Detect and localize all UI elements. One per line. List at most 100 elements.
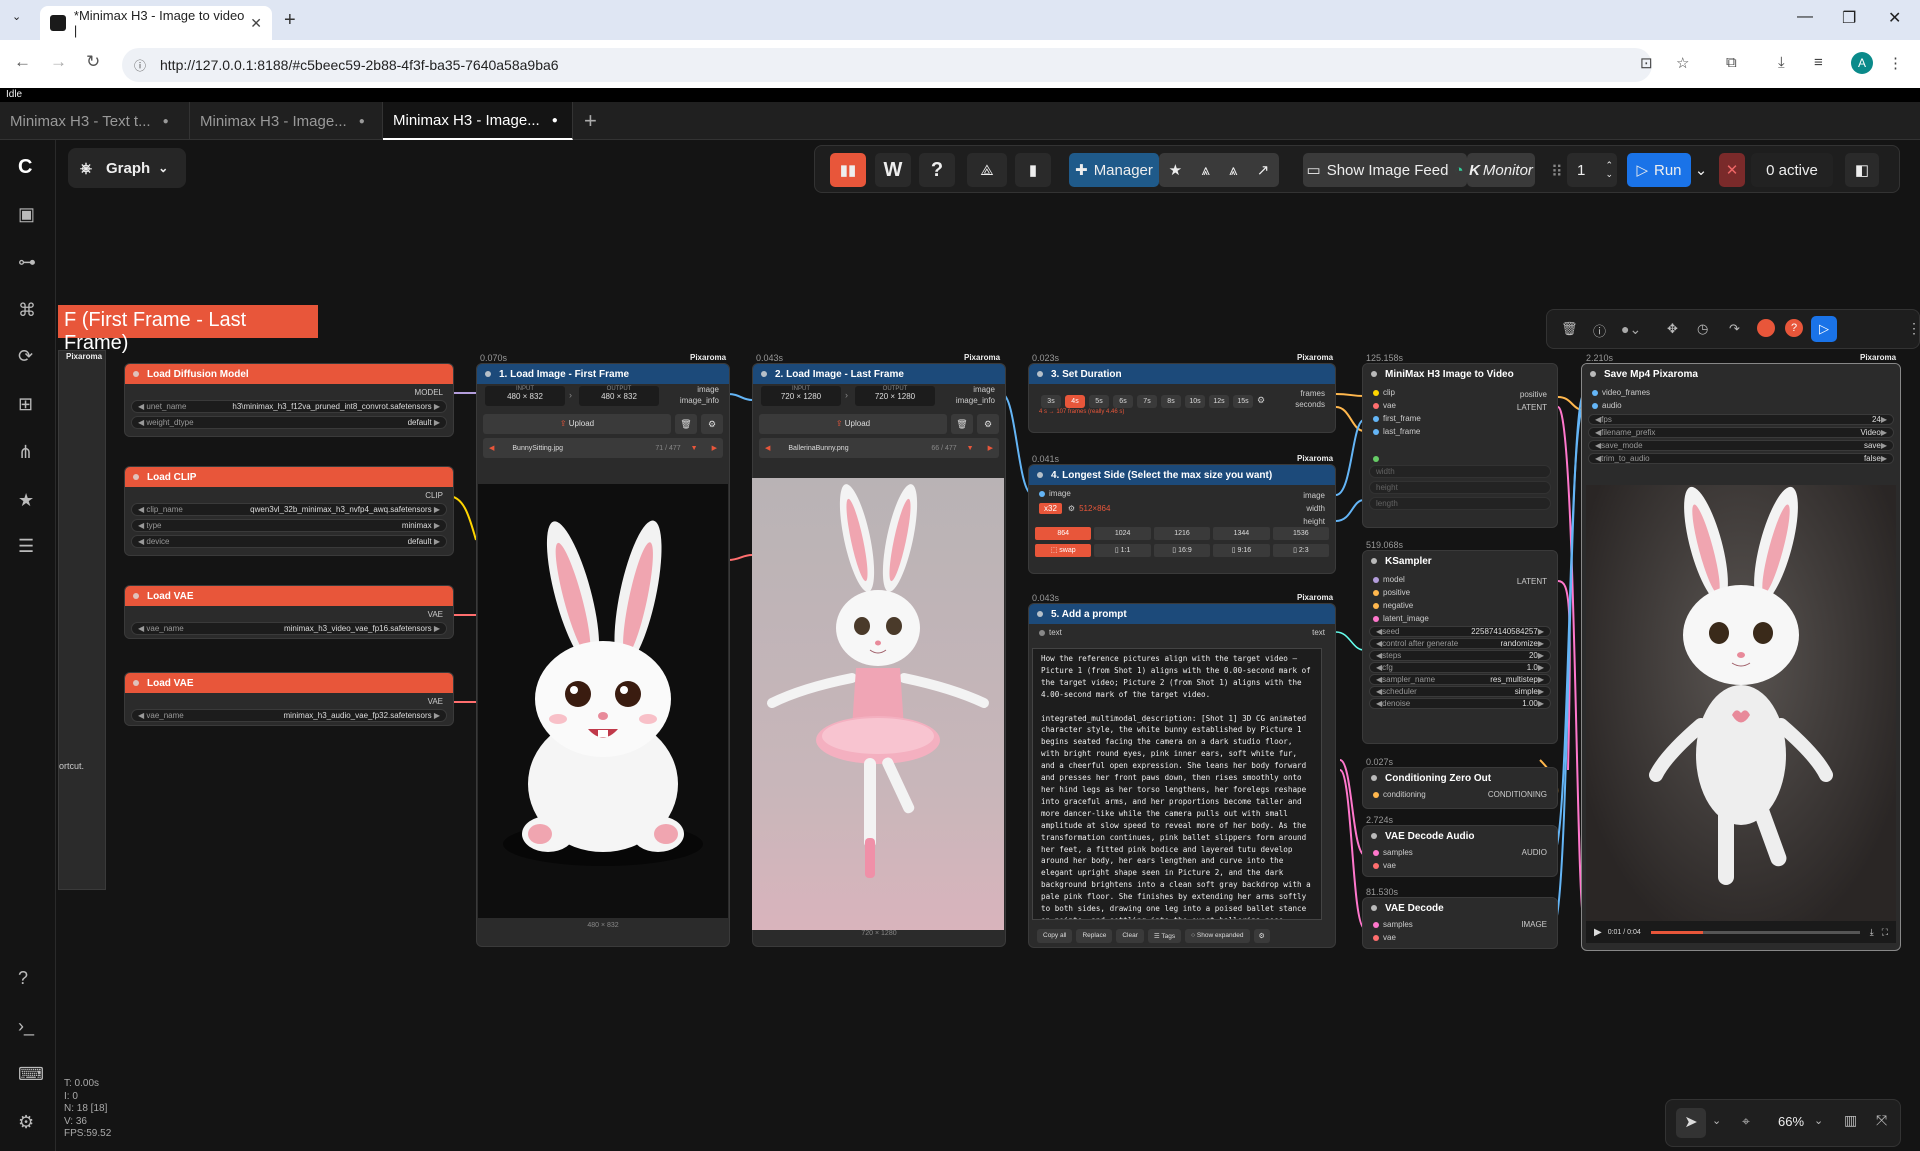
collapse-dot-icon[interactable] — [1371, 833, 1377, 839]
collapse-dot-icon[interactable] — [133, 371, 139, 377]
group-title[interactable]: F (First Frame - Last Frame) — [58, 305, 318, 354]
widget-arrow-right-icon[interactable]: ▶ — [1881, 454, 1887, 463]
port-dot-icon[interactable] — [1592, 402, 1598, 409]
play-icon[interactable]: ▶ — [1594, 927, 1602, 938]
node-header[interactable]: 3. Set Duration — [1029, 364, 1335, 384]
node-longest-side[interactable]: 4. Longest Side (Select the max size you… — [1028, 464, 1336, 574]
size-option-button[interactable]: 1024 — [1094, 527, 1151, 540]
trash-icon[interactable]: 🗑 — [675, 414, 697, 434]
input-slot[interactable]: vae — [1363, 859, 1557, 872]
node-set-duration[interactable]: 3. Set Duration frames seconds 3s 4s 5s 6s 7s… — [1028, 363, 1336, 433]
duration-option-button[interactable]: 6s — [1113, 395, 1133, 408]
widget-sampler-name[interactable]: ◀ sampler_name res_multistep ▶ — [1369, 674, 1551, 685]
widget-type[interactable]: ◀ type minimax ▶ — [131, 519, 447, 532]
prompt-textarea[interactable]: How the reference pictures align with th… — [1032, 648, 1322, 920]
gear-icon[interactable]: ⚙ — [1068, 504, 1075, 513]
output-label[interactable]: seconds — [1295, 400, 1325, 409]
collapse-dot-icon[interactable] — [133, 680, 139, 686]
node-header[interactable]: 1. Load Image - First Frame — [477, 364, 729, 384]
bypass-icon[interactable]: ◷ — [1697, 321, 1708, 337]
output-slot[interactable]: MODEL — [125, 384, 453, 397]
widget-trim-to-audio[interactable]: ◀ trim_to_audio false ▶ — [1588, 453, 1894, 464]
next-icon[interactable]: ▶ — [712, 444, 717, 452]
node-minimax-i2v[interactable]: MiniMax H3 Image to Video clip vae first_f… — [1362, 363, 1558, 528]
port-dot-icon[interactable] — [1373, 862, 1379, 869]
node-header[interactable]: 5. Add a prompt — [1029, 604, 1335, 624]
trash-icon[interactable]: 🗑 — [951, 414, 973, 434]
widget-height[interactable]: height — [1369, 481, 1551, 494]
prompt-copy-all-button[interactable]: Copy all — [1037, 929, 1073, 943]
output-label[interactable]: image_info — [956, 396, 995, 405]
output-label[interactable]: positive — [1520, 390, 1547, 399]
collapse-dot-icon[interactable] — [1590, 371, 1596, 377]
duration-option-button[interactable]: 15s — [1233, 395, 1253, 408]
port-dot-icon[interactable] — [1373, 402, 1379, 409]
prompt-clear-button[interactable]: Clear — [1116, 929, 1144, 943]
input-slot-last-frame[interactable]: last_frame — [1363, 425, 1557, 438]
video-progress[interactable] — [1650, 930, 1860, 934]
port-dot-icon[interactable] — [1373, 389, 1379, 396]
port-dot-icon[interactable] — [1373, 615, 1379, 622]
widget-scheduler[interactable]: ◀ scheduler simple ▶ — [1369, 686, 1551, 697]
hide-links-icon[interactable]: ⤧ — [1876, 1112, 1887, 1129]
collapse-dot-icon[interactable] — [1371, 775, 1377, 781]
port-dot-icon[interactable] — [1373, 415, 1379, 422]
node-header[interactable]: Load VAE — [125, 673, 453, 693]
widget-vae-name[interactable]: ◀ vae_name minimax_h3_audio_vae_fp32.safe… — [131, 709, 447, 722]
node-header[interactable]: Conditioning Zero Out — [1363, 768, 1557, 788]
widget-arrow-right-icon[interactable]: ▶ — [1881, 441, 1887, 450]
input-slot-positive[interactable]: positive — [1363, 586, 1557, 599]
input-slot[interactable]: samples IMAGE — [1363, 918, 1557, 931]
duration-option-button[interactable]: 7s — [1137, 395, 1157, 408]
color-picker-icon[interactable]: ●⌄ — [1621, 321, 1641, 338]
duration-option-button[interactable]: 5s — [1089, 395, 1109, 408]
collapse-dot-icon[interactable] — [1371, 558, 1377, 564]
port-dot-icon[interactable] — [1373, 576, 1379, 583]
collapse-dot-icon[interactable] — [1037, 472, 1043, 478]
next-icon[interactable]: ▶ — [988, 444, 993, 452]
size-option-button[interactable]: 1536 — [1272, 527, 1330, 540]
prev-icon[interactable]: ◀ — [765, 444, 770, 452]
collapse-dot-icon[interactable] — [485, 371, 491, 377]
dropdown-icon[interactable]: ▼ — [967, 445, 974, 452]
input-slot[interactable]: conditioning CONDITIONING — [1363, 788, 1557, 801]
widget-arrow-right-icon[interactable]: ▶ — [1538, 663, 1544, 672]
fullscreen-icon[interactable]: ⛶ — [1882, 927, 1888, 938]
collapse-dot-icon[interactable] — [1371, 371, 1377, 377]
port-dot-icon[interactable] — [1373, 921, 1379, 928]
node-header[interactable]: VAE Decode — [1363, 898, 1557, 918]
upload-button[interactable]: ⇪ Upload — [759, 414, 947, 434]
prompt-replace-button[interactable]: Replace — [1076, 929, 1113, 943]
x32-toggle[interactable]: x32 — [1039, 503, 1062, 514]
output-label[interactable]: frames — [1301, 389, 1325, 398]
widget-width[interactable]: width — [1369, 465, 1551, 478]
widget-device[interactable]: ◀ device default ▶ — [131, 535, 447, 548]
node-conditioning-zero-out[interactable]: Conditioning Zero Out conditioning CONDIT… — [1362, 767, 1558, 809]
output-label[interactable]: IMAGE — [1521, 920, 1547, 929]
output-label[interactable]: image_info — [680, 396, 719, 405]
output-slot[interactable]: VAE — [125, 693, 453, 706]
collapse-icon[interactable]: ✥ — [1667, 321, 1678, 337]
input-slot-text[interactable]: text text — [1029, 624, 1335, 639]
output-label[interactable]: height — [1303, 517, 1325, 526]
more-options-icon[interactable]: ⋮ — [1907, 320, 1920, 337]
output-label[interactable]: image — [697, 385, 719, 394]
prompt-settings-icon[interactable]: ⚙ — [1253, 929, 1270, 943]
node-load-clip[interactable]: Load CLIP CLIP ◀ clip_name qwen3vl_32b_mi… — [124, 466, 454, 556]
duration-option-button[interactable]: 4s — [1065, 395, 1085, 408]
file-selector[interactable]: ◀ BunnySitting.jpg 71 / 477 ▼ ▶ — [483, 438, 723, 458]
upload-button[interactable]: ⇪ Upload — [483, 414, 671, 434]
widget-weight-dtype[interactable]: ◀ weight_dtype default ▶ — [131, 416, 447, 429]
info-icon[interactable]: ⓘ — [1593, 321, 1606, 340]
output-label[interactable]: LATENT — [1517, 403, 1547, 412]
node-header[interactable]: 2. Load Image - Last Frame — [753, 364, 1005, 384]
widget-denoise[interactable]: ◀ denoise 1.00 ▶ — [1369, 698, 1551, 709]
fit-view-icon[interactable]: ⌖ — [1742, 1113, 1750, 1130]
duration-option-button[interactable]: 8s — [1161, 395, 1181, 408]
ratio-option-button[interactable]: ▯ 9:16 — [1213, 544, 1270, 557]
duration-option-button[interactable]: 12s — [1209, 395, 1229, 408]
collapse-dot-icon[interactable] — [1371, 905, 1377, 911]
node-header[interactable]: VAE Decode Audio — [1363, 826, 1557, 846]
widget-arrow-right-icon[interactable]: ▶ — [1538, 675, 1544, 684]
duration-option-button[interactable]: 3s — [1041, 395, 1061, 408]
